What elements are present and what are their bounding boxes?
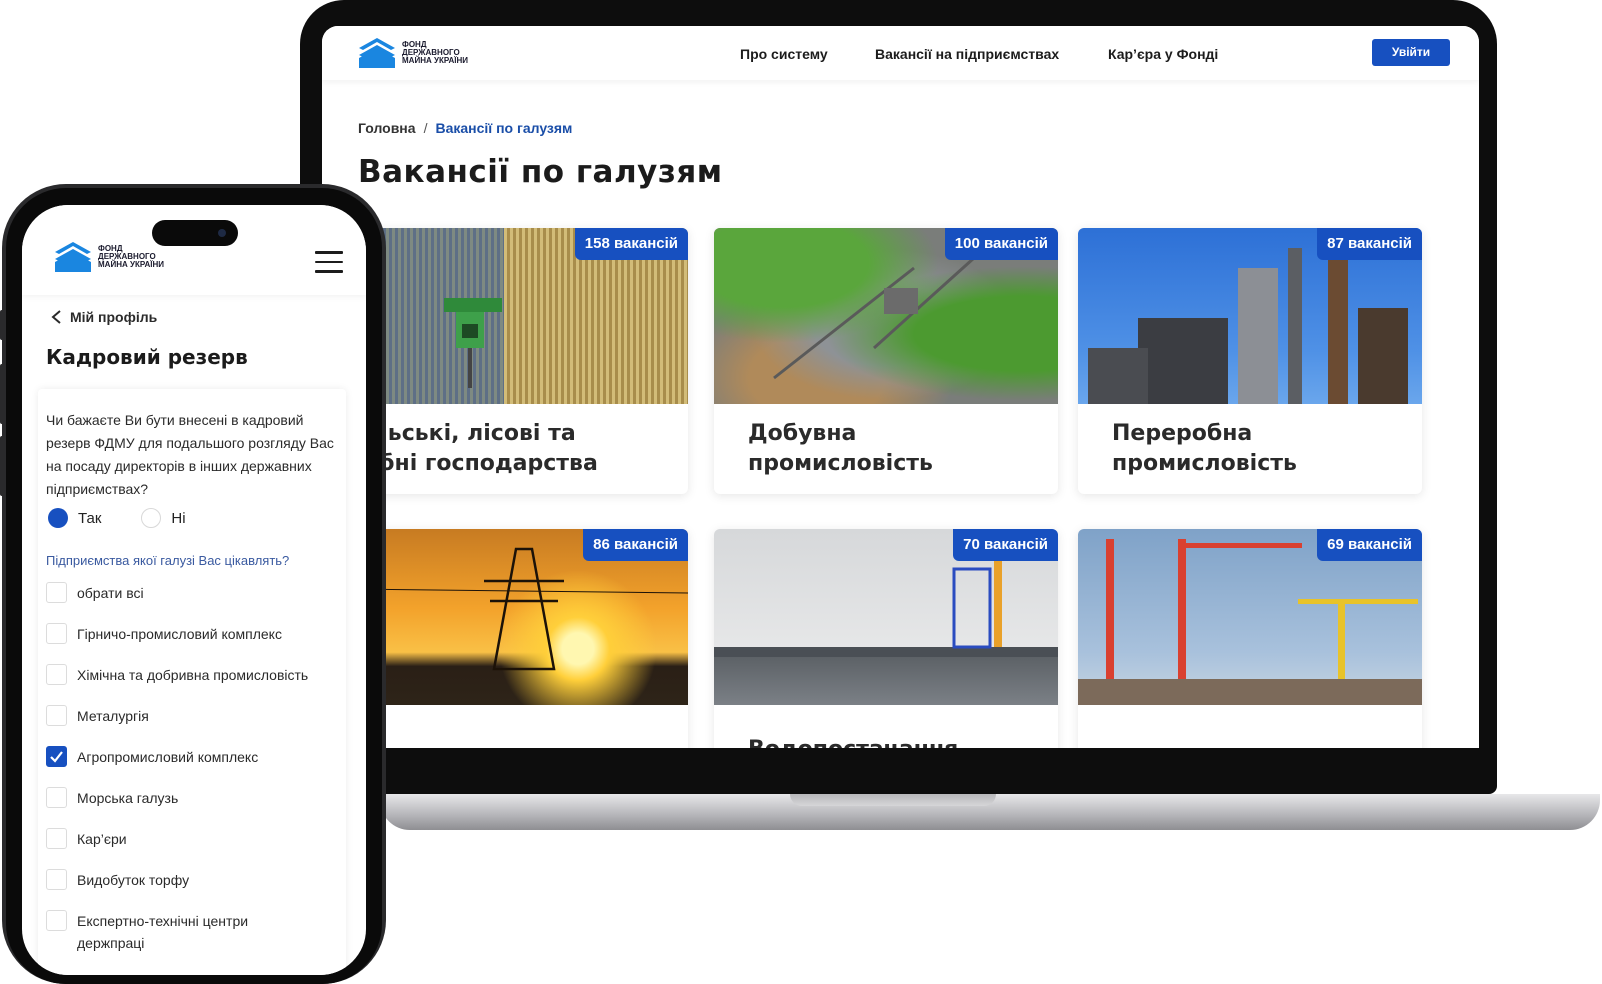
industry-question: Підприємства якої галузі Вас цікавлять? bbox=[46, 553, 290, 568]
logo-text: Фонд державного майна України bbox=[98, 244, 164, 269]
mobile-site-logo[interactable]: Фонд державного майна України bbox=[54, 241, 172, 273]
radio-yes[interactable] bbox=[48, 508, 68, 528]
login-button[interactable]: Увійти bbox=[1372, 39, 1450, 66]
site-header: Фонд державного майна України Про систем… bbox=[322, 26, 1479, 80]
radio-yes-label: Так bbox=[78, 509, 102, 527]
checkbox-label: Агропромисловий комплекс bbox=[77, 748, 259, 765]
checkbox[interactable] bbox=[46, 664, 67, 685]
nav-career-at-fund[interactable]: Кар’єра у Фонді bbox=[1108, 46, 1218, 62]
breadcrumb: Головна / Вакансії по галузям bbox=[358, 120, 572, 136]
industry-card-agriculture[interactable]: 158 вакансій Сільські, лісові та рибні г… bbox=[344, 228, 688, 494]
logo-text: Фонд державного майна України bbox=[402, 40, 468, 65]
checkbox-label: Експертно-технічні центри держпраці bbox=[77, 913, 249, 951]
site-logo[interactable]: Фонд державного майна України bbox=[358, 37, 482, 69]
vacancy-count-badge: 158 вакансій bbox=[574, 228, 688, 260]
nav-about-system[interactable]: Про систему bbox=[740, 46, 828, 62]
dynamic-island bbox=[152, 220, 238, 246]
roof-logo-icon bbox=[359, 38, 395, 68]
mobile-page-title: Кадровий резерв bbox=[46, 345, 248, 369]
checkbox-agro-complex[interactable]: Агропромисловий комплекс bbox=[46, 746, 258, 767]
vacancy-count-badge: 87 вакансій bbox=[1317, 228, 1422, 260]
page-title: Вакансії по галузям bbox=[358, 154, 723, 190]
checkbox[interactable] bbox=[46, 623, 67, 644]
back-link-label: Мій профіль bbox=[70, 309, 158, 325]
checkbox-checked[interactable] bbox=[46, 746, 67, 767]
radio-no[interactable] bbox=[141, 508, 162, 528]
card-title: Сільські, лісові та рибні господарства bbox=[348, 421, 598, 476]
phone-side-button bbox=[0, 310, 6, 340]
card-title: Переробна промисловість bbox=[1112, 421, 1297, 476]
checkbox-quarries[interactable]: Кар’єри bbox=[46, 828, 127, 849]
mobile-header: Фонд державного майна України bbox=[22, 205, 366, 295]
checkbox[interactable] bbox=[46, 582, 67, 603]
reserve-radio-group: Так Ні bbox=[48, 508, 226, 528]
reserve-form: Чи бажаєте Ви бути внесені в кадровий ре… bbox=[38, 389, 346, 975]
back-to-profile-link[interactable]: Мій профіль bbox=[50, 309, 157, 325]
phone-side-button bbox=[0, 436, 6, 496]
checkbox-chemical-industry[interactable]: Хімічна та добривна промисловість bbox=[46, 664, 308, 685]
breadcrumb-current: Вакансії по галузям bbox=[435, 120, 573, 136]
phone-screen: Фонд державного майна України Мій профіл… bbox=[22, 205, 366, 975]
checkbox-label: обрати всі bbox=[77, 584, 144, 601]
checkbox[interactable] bbox=[46, 910, 67, 931]
checkbox[interactable] bbox=[46, 705, 67, 726]
vacancy-count-badge: 86 вакансій bbox=[583, 529, 688, 561]
checkbox-label: Кар’єри bbox=[77, 830, 127, 847]
card-title bbox=[348, 705, 638, 748]
industry-card-energy[interactable]: 86 вакансій bbox=[344, 529, 688, 748]
laptop-opening-notch bbox=[790, 794, 996, 806]
radio-no-label: Ні bbox=[171, 509, 186, 527]
breadcrumb-separator: / bbox=[423, 120, 428, 136]
checkbox-maritime[interactable]: Морська галузь bbox=[46, 787, 178, 808]
vacancy-count-badge: 69 вакансій bbox=[1317, 529, 1422, 561]
vacancy-count-badge: 70 вакансій bbox=[953, 529, 1058, 561]
checkbox-label: Гірничо-промисловий комплекс bbox=[77, 625, 282, 642]
checkbox-label: Видобуток торфу bbox=[77, 871, 190, 888]
reserve-question: Чи бажаєте Ви бути внесені в кадровий ре… bbox=[46, 412, 334, 497]
checkbox[interactable] bbox=[46, 828, 67, 849]
roof-logo-icon bbox=[55, 242, 91, 272]
checkbox-label: Металургія bbox=[77, 707, 149, 724]
checkbox-peat-extraction[interactable]: Видобуток торфу bbox=[46, 869, 189, 890]
vacancy-count-badge: 100 вакансій bbox=[944, 228, 1058, 260]
checkbox[interactable] bbox=[46, 869, 67, 890]
phone-side-button bbox=[0, 364, 6, 424]
checkbox-label: Хімічна та добривна промисловість bbox=[77, 666, 309, 683]
laptop-screen: Фонд державного майна України Про систем… bbox=[322, 26, 1479, 748]
industry-card-construction[interactable]: 69 вакансій bbox=[1078, 529, 1422, 748]
checkbox-select-all[interactable]: обрати всі bbox=[46, 582, 144, 603]
checkbox-label: Морська галузь bbox=[77, 789, 179, 806]
chevron-left-icon bbox=[51, 310, 61, 324]
checkbox-expert-centers[interactable]: Експертно-технічні центри держпраці bbox=[46, 910, 306, 954]
checkmark-icon bbox=[50, 751, 63, 763]
checkbox[interactable] bbox=[46, 787, 67, 808]
industry-card-processing[interactable]: 87 вакансій Переробна промисловість bbox=[1078, 228, 1422, 494]
hamburger-menu-icon[interactable] bbox=[315, 251, 343, 273]
card-title bbox=[1112, 705, 1402, 748]
nav-enterprise-vacancies[interactable]: Вакансії на підприємствах bbox=[875, 46, 1059, 62]
checkbox-mining-complex[interactable]: Гірничо-промисловий комплекс bbox=[46, 623, 282, 644]
card-title: Добувна промисловість bbox=[748, 421, 933, 476]
card-title: Водопостачання bbox=[748, 705, 1038, 748]
breadcrumb-home[interactable]: Головна bbox=[358, 120, 416, 136]
checkbox-metallurgy[interactable]: Металургія bbox=[46, 705, 149, 726]
industry-card-water[interactable]: 70 вакансій Водопостачання bbox=[714, 529, 1058, 748]
industry-card-mining[interactable]: 100 вакансій Добувна промисловість bbox=[714, 228, 1058, 494]
